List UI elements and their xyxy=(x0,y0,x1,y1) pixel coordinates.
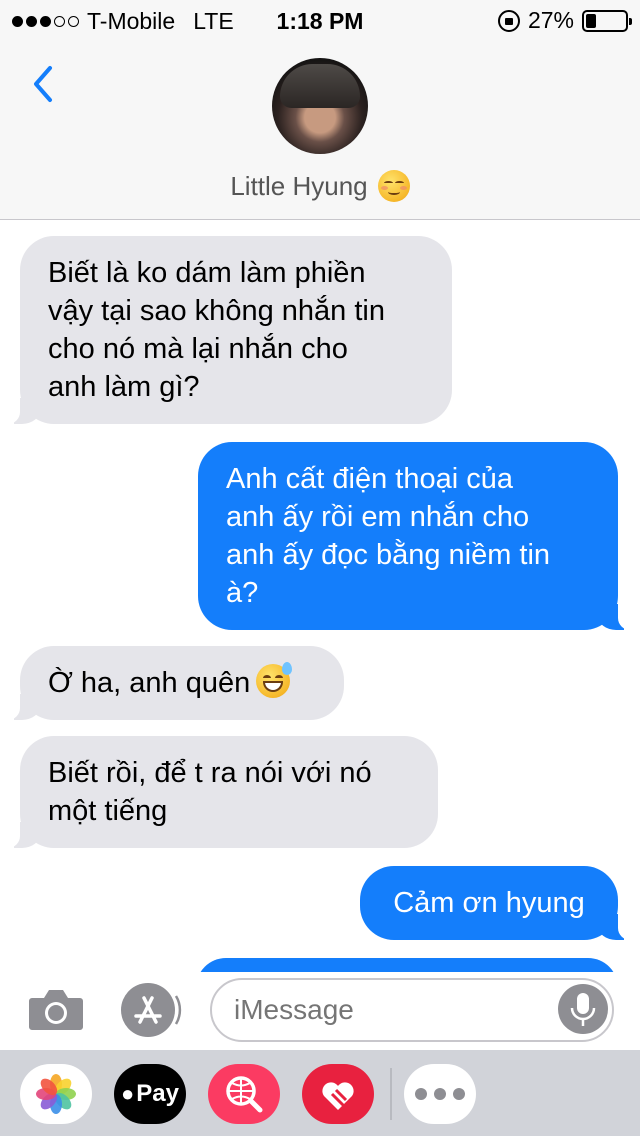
apple-logo-icon: ● xyxy=(121,1081,135,1106)
battery-icon xyxy=(582,9,632,32)
contact-name-row[interactable]: Little Hyung xyxy=(0,170,640,202)
message-text: Anh cất điện thoại của anh ấy rồi em nhắ… xyxy=(226,463,551,609)
app-store-icon[interactable] xyxy=(118,982,182,1038)
more-apps-icon[interactable] xyxy=(404,1064,476,1124)
app-drawer: ● Pay xyxy=(0,1050,640,1136)
microphone-icon[interactable] xyxy=(558,984,608,1034)
more-dot xyxy=(415,1088,427,1100)
compose-bar xyxy=(0,972,640,1050)
image-search-icon[interactable] xyxy=(208,1064,280,1124)
message-bubble-outgoing[interactable] xyxy=(196,958,618,972)
orientation-lock-icon xyxy=(497,9,520,32)
message-text: Biết rồi, để t ra nói với nó một tiếng xyxy=(48,757,372,827)
status-right: 27% xyxy=(497,7,632,34)
message-text: Ờ ha, anh quên xyxy=(48,667,251,699)
battery-level xyxy=(586,13,597,28)
message-text: Biết là ko dám làm phiền vậy tại sao khô… xyxy=(48,257,385,403)
conversation-header: Little Hyung xyxy=(0,40,640,220)
relieved-face-icon xyxy=(377,170,410,202)
avatar-hair xyxy=(280,64,360,108)
photos-flower-icon xyxy=(36,1074,76,1114)
message-bubble-outgoing[interactable]: Cảm ơn hyung xyxy=(360,866,632,940)
grinning-sweat-face-icon xyxy=(256,662,293,698)
photos-icon[interactable] xyxy=(20,1064,92,1124)
status-bar: T-Mobile LTE 1:18 PM 27% xyxy=(0,0,640,40)
message-text: Cảm ơn hyung xyxy=(393,887,585,919)
more-dot xyxy=(453,1088,465,1100)
camera-icon[interactable] xyxy=(28,986,84,1032)
apple-pay-label: Pay xyxy=(136,1080,179,1107)
message-thread[interactable]: Biết là ko dám làm phiền vậy tại sao khô… xyxy=(0,220,640,972)
apple-pay-icon[interactable]: ● Pay xyxy=(114,1064,186,1124)
heart-touch-icon xyxy=(322,1082,354,1110)
magnifier-globe-icon xyxy=(226,1076,263,1113)
message-bubble-incoming[interactable]: Biết rồi, để t ra nói với nó một tiếng xyxy=(6,736,438,848)
battery-percent: 27% xyxy=(527,7,574,33)
more-dot xyxy=(434,1088,446,1100)
drawer-separator xyxy=(390,1068,392,1120)
contact-name: Little Hyung xyxy=(230,170,368,201)
chevron-left-icon[interactable] xyxy=(28,62,60,106)
message-bubble-incoming[interactable]: Ờ ha, anh quên xyxy=(6,646,344,720)
message-bubble-incoming[interactable]: Biết là ko dám làm phiền vậy tại sao khô… xyxy=(6,236,452,424)
digital-touch-icon[interactable] xyxy=(302,1064,374,1124)
contact-avatar[interactable] xyxy=(272,58,368,154)
message-bubble-outgoing[interactable]: Anh cất điện thoại của anh ấy rồi em nhắ… xyxy=(198,442,632,630)
imessage-input[interactable] xyxy=(210,978,614,1042)
